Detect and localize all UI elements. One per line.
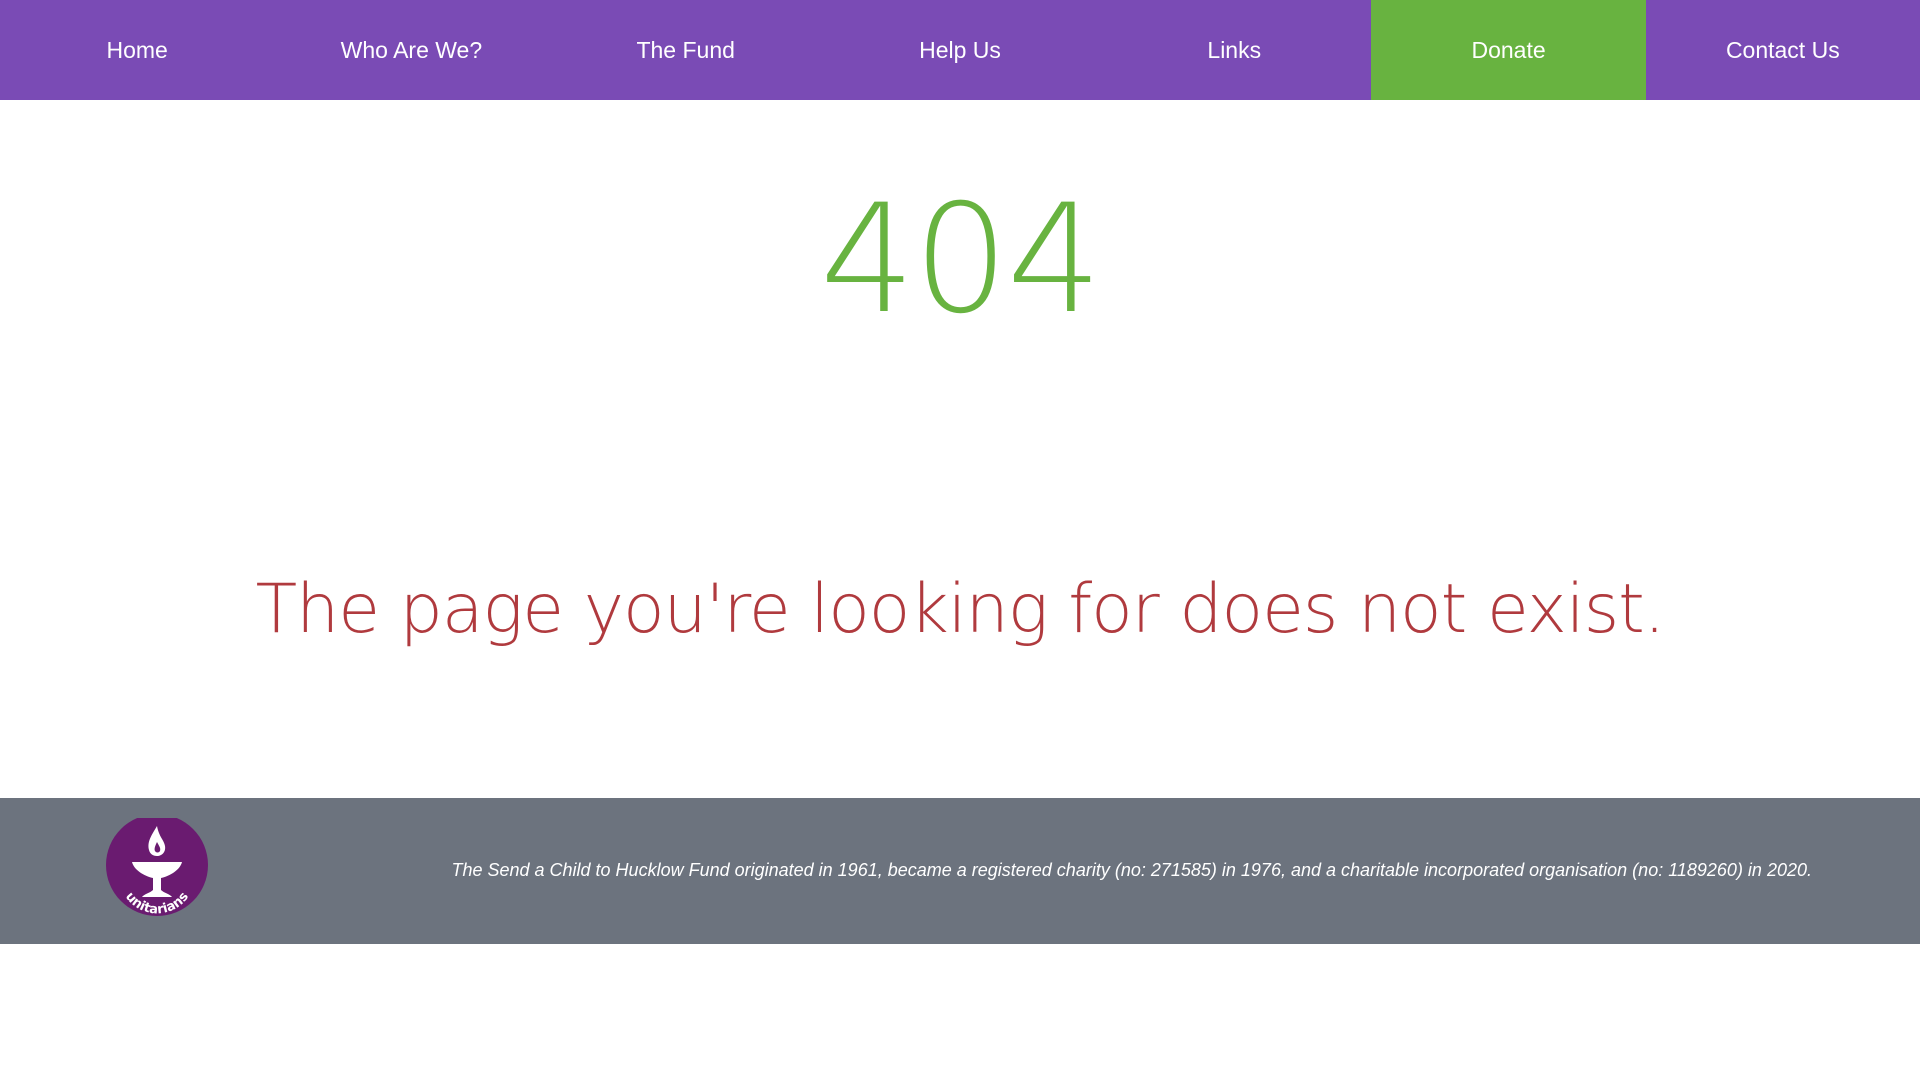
unitarians-logo[interactable]: unitarians	[104, 818, 210, 924]
footer-charity-text: The Send a Child to Hucklow Fund origina…	[451, 860, 1812, 880]
nav-help-us[interactable]: Help Us	[823, 0, 1097, 100]
error-code: 404	[819, 173, 1102, 347]
nav-who-are-we[interactable]: Who Are We?	[274, 0, 548, 100]
nav-the-fund[interactable]: The Fund	[549, 0, 823, 100]
main-nav: Home Who Are We? The Fund Help Us Links …	[0, 0, 1920, 100]
nav-contact-us[interactable]: Contact Us	[1646, 0, 1920, 100]
nav-links[interactable]: Links	[1097, 0, 1371, 100]
nav-home[interactable]: Home	[0, 0, 274, 100]
nav-donate[interactable]: Donate	[1371, 0, 1646, 100]
error-message: The page you're looking for does not exi…	[255, 570, 1666, 649]
footer: unitarians The Send a Child to Hucklow F…	[0, 798, 1920, 944]
